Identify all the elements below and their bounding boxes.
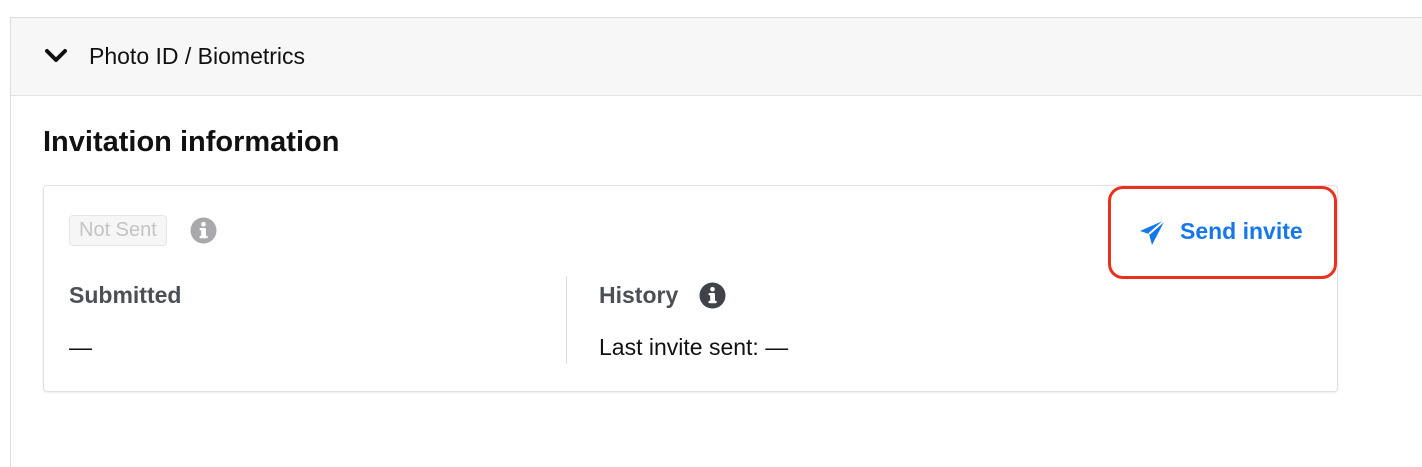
panel-header[interactable]: Photo ID / Biometrics bbox=[11, 18, 1422, 96]
history-label: History bbox=[599, 282, 679, 308]
history-info-icon[interactable] bbox=[699, 282, 726, 309]
invitation-section-title: Invitation information bbox=[43, 126, 340, 158]
send-invite-button[interactable]: Send invite bbox=[1108, 186, 1338, 279]
last-invite-sent-value: Last invite sent: — bbox=[599, 334, 789, 360]
panel-title: Photo ID / Biometrics bbox=[89, 43, 306, 69]
status-badge: Not Sent bbox=[69, 215, 167, 246]
column-divider bbox=[566, 276, 567, 364]
invitation-card: Not Sent Send invite Submitted — History… bbox=[43, 185, 1338, 392]
status-info-icon[interactable] bbox=[190, 217, 217, 244]
chevron-down-icon[interactable] bbox=[45, 48, 67, 64]
send-invite-label: Send invite bbox=[1180, 218, 1303, 244]
paper-plane-icon bbox=[1140, 219, 1166, 245]
submitted-value: — bbox=[69, 334, 92, 360]
submitted-label: Submitted bbox=[69, 282, 182, 308]
